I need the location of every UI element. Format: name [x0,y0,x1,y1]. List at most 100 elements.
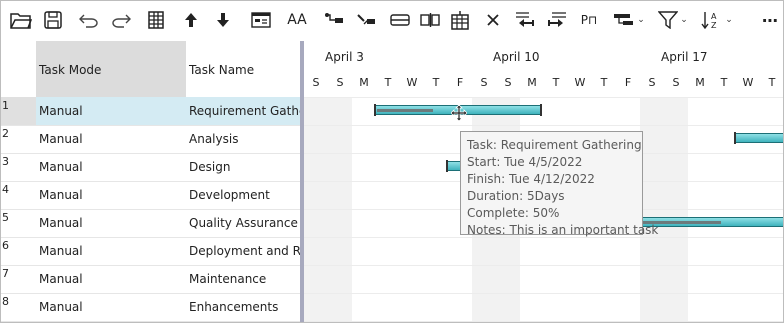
redo-icon[interactable] [109,9,133,31]
task-name-cell[interactable]: Deployment and Release [186,237,301,265]
task-name-cell[interactable]: Enhancements [186,293,301,321]
sort-az-icon[interactable]: AZ ⌄ [697,9,737,31]
split-columns-icon[interactable] [419,9,441,31]
move-cursor-icon [451,105,467,121]
task-mode-value: Manual [39,300,83,314]
day-label: T [720,76,728,89]
task-mode-cell[interactable]: Manual [36,153,186,181]
day-label: S [312,76,320,89]
move-up-icon[interactable] [181,9,201,31]
column-header-task-mode[interactable]: Task Mode [36,41,186,97]
calendar-grid-icon[interactable] [449,9,471,31]
week-label: April 17 [661,50,708,64]
day-label: M [359,76,369,89]
save-icon[interactable] [41,9,65,31]
more-label: ⋯ [762,10,778,30]
column-header-label: Task Mode [39,63,102,77]
bar-start-handle[interactable] [446,160,448,172]
task-mode-cell[interactable]: Manual [36,125,186,153]
milestone-icon[interactable]: P⊓ [577,9,601,31]
day-label: S [648,76,656,89]
week-label: April 3 [325,50,364,64]
task-mode-value: Manual [39,188,83,202]
task-name-cell[interactable]: Analysis [186,125,301,153]
row-number-label: 3 [2,155,9,168]
outdent-icon[interactable] [513,9,537,31]
table-row[interactable]: 1 Manual Requirement Gathering [1,97,301,126]
task-mode-cell[interactable]: Manual [36,237,186,265]
column-header-task-name[interactable]: Task Name [186,41,302,97]
task-tooltip: Task: Requirement Gathering Start: Tue 4… [460,131,658,237]
font-size-icon[interactable]: AA [285,9,309,31]
task-information-icon[interactable] [249,9,273,31]
table-row[interactable]: 6 Manual Deployment and Release [1,237,301,266]
task-name-cell[interactable]: Design [186,153,301,181]
day-label: T [768,76,776,89]
task-mode-value: Manual [39,160,83,174]
bar-start-handle[interactable] [734,132,736,144]
bar-end-handle[interactable] [540,104,542,116]
row-number-label: 1 [2,99,9,112]
day-label: F [456,76,464,89]
task-name-cell[interactable]: Quality Assurance [186,209,301,237]
gridline [304,321,783,322]
chevron-down-icon: ⌄ [725,15,733,25]
unlink-tasks-icon[interactable] [353,9,379,31]
task-mode-cell[interactable]: Manual [36,181,186,209]
task-mode-cell[interactable]: Manual [36,209,186,237]
delete-icon[interactable] [483,9,503,31]
table-row[interactable]: 2 Manual Analysis [1,125,301,154]
link-tasks-icon[interactable] [321,9,347,31]
more-icon[interactable]: ⋯ [759,9,781,31]
svg-text:A: A [711,12,717,21]
week-label: April 10 [493,50,540,64]
open-folder-icon[interactable] [9,9,33,31]
row-number-label: 6 [2,239,9,252]
undo-icon[interactable] [77,9,101,31]
table-row[interactable]: 5 Manual Quality Assurance [1,209,301,238]
table-row[interactable]: 8 Manual Enhancements [1,293,301,322]
task-name-value: Deployment and Release [189,244,301,258]
gridline [304,97,783,98]
task-mode-cell[interactable]: Manual [36,265,186,293]
day-label: S [672,76,680,89]
task-name-value: Design [189,160,231,174]
row-number-label: 5 [2,211,9,224]
row-number: 2 [1,125,36,153]
font-size-label: AA [287,12,307,28]
tooltip-duration: Duration: 5Days [467,189,565,203]
task-name-cell[interactable]: Development [186,181,301,209]
task-name-value: Maintenance [189,272,267,286]
table-row[interactable]: 3 Manual Design [1,153,301,182]
gridline [304,265,783,266]
move-down-icon[interactable] [213,9,233,31]
task-name-cell[interactable]: Maintenance [186,265,301,293]
row-number: 6 [1,237,36,265]
day-label: T [600,76,608,89]
critical-path-icon[interactable]: ⌄ [609,9,649,31]
task-mode-cell[interactable]: Manual [36,293,186,321]
task-bar-quality-assurance[interactable] [638,216,783,228]
progress-indicator [377,109,433,112]
filter-icon[interactable]: ⌄ [653,9,693,31]
table-row[interactable]: 4 Manual Development [1,181,301,210]
row-number-label: 2 [2,127,9,140]
task-name-value: Analysis [189,132,239,146]
tooltip-complete: Complete: 50% [467,206,560,220]
row-number: 7 [1,265,36,293]
milestone-label: P⊓ [580,13,598,27]
split-task-icon[interactable] [387,9,413,31]
table-row[interactable]: 7 Manual Maintenance [1,265,301,294]
task-mode-value: Manual [39,216,83,230]
toolbar: AA P⊓ ⌄ ⌄ A Z ⌄ ⋯ [1,1,783,41]
day-label: S [336,76,344,89]
indent-icon[interactable] [545,9,569,31]
task-bar-analysis[interactable] [734,132,783,144]
task-name-cell[interactable]: Requirement Gathering [186,97,301,125]
bar-start-handle[interactable] [374,104,376,116]
day-label: F [624,76,632,89]
grid-columns-icon[interactable] [145,9,167,31]
row-number-label: 8 [2,295,9,308]
task-mode-value: Manual [39,272,83,286]
task-mode-cell[interactable]: Manual [36,97,186,125]
